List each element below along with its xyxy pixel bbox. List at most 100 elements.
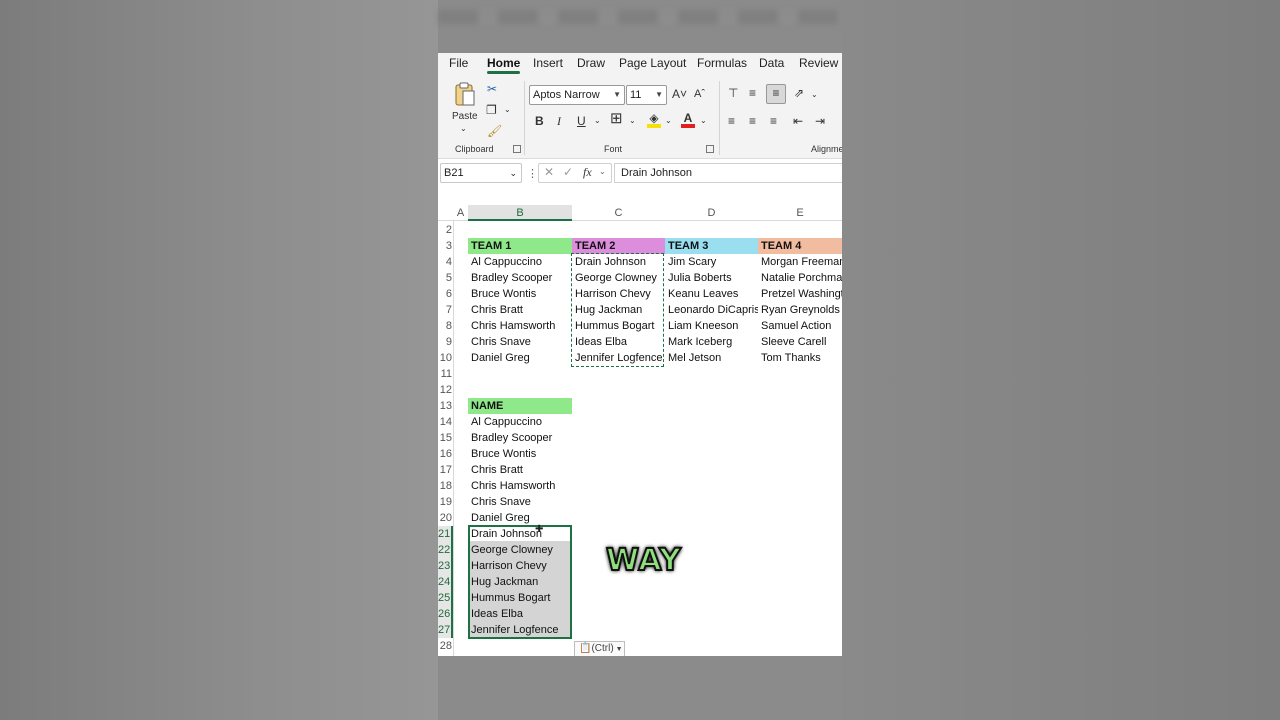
- team-member-cell[interactable]: Chris Hamsworth: [468, 318, 572, 334]
- align-middle-icon[interactable]: ≡: [749, 85, 756, 101]
- team-member-cell[interactable]: Jennifer Logfence: [572, 350, 665, 366]
- team-member-cell[interactable]: Pretzel Washington: [758, 286, 842, 302]
- team-member-cell[interactable]: Ryan Greynolds: [758, 302, 842, 318]
- team-member-cell[interactable]: Jim Scary: [665, 254, 758, 270]
- tab-draw[interactable]: Draw: [577, 56, 605, 70]
- team-member-cell[interactable]: Chris Bratt: [468, 302, 572, 318]
- name-header[interactable]: NAME: [468, 398, 572, 414]
- row-header-11[interactable]: 11: [438, 366, 453, 382]
- team-header-1[interactable]: TEAM 1: [468, 238, 572, 254]
- tab-file[interactable]: File: [449, 56, 468, 70]
- team-member-cell[interactable]: Samuel Action: [758, 318, 842, 334]
- name-list-cell[interactable]: Bruce Wontis: [468, 446, 572, 462]
- name-list-cell[interactable]: Daniel Greg: [468, 510, 572, 526]
- row-header-21[interactable]: 21: [438, 526, 453, 542]
- font-launcher-icon[interactable]: [706, 145, 714, 153]
- column-header-d[interactable]: D: [665, 205, 758, 221]
- team-member-cell[interactable]: Sleeve Carell: [758, 334, 842, 350]
- tab-formulas[interactable]: Formulas: [697, 56, 747, 70]
- paste-dropdown-icon[interactable]: ⌄: [460, 121, 467, 137]
- row-header-15[interactable]: 15: [438, 430, 453, 446]
- name-list-cell[interactable]: Chris Snave: [468, 494, 572, 510]
- row-header-4[interactable]: 4: [438, 254, 453, 270]
- copy-icon[interactable]: ❐: [486, 102, 497, 118]
- font-color-icon[interactable]: A: [681, 110, 695, 128]
- align-left-icon[interactable]: ≡: [728, 113, 735, 129]
- italic-button[interactable]: I: [557, 113, 561, 129]
- format-painter-icon[interactable]: 🖌: [487, 123, 502, 139]
- team-member-cell[interactable]: Hummus Bogart: [572, 318, 665, 334]
- row-header-23[interactable]: 23: [438, 558, 453, 574]
- insert-function-icon[interactable]: fx: [583, 165, 592, 180]
- name-list-cell[interactable]: Jennifer Logfence: [468, 622, 572, 638]
- row-header-20[interactable]: 20: [438, 510, 453, 526]
- orientation-icon[interactable]: ⇗: [794, 85, 804, 101]
- team-member-cell[interactable]: Hug Jackman: [572, 302, 665, 318]
- team-member-cell[interactable]: Leonardo DiCaprisun: [665, 302, 758, 318]
- team-member-cell[interactable]: Keanu Leaves: [665, 286, 758, 302]
- team-member-cell[interactable]: Drain Johnson: [572, 254, 665, 270]
- borders-dropdown-icon[interactable]: ⌄: [629, 113, 636, 129]
- name-list-cell[interactable]: Chris Hamsworth: [468, 478, 572, 494]
- name-list-cell[interactable]: Drain Johnson: [468, 526, 572, 542]
- team-member-cell[interactable]: Bradley Scooper: [468, 270, 572, 286]
- copy-dropdown-icon[interactable]: ⌄: [504, 102, 511, 118]
- clipboard-launcher-icon[interactable]: [513, 145, 521, 153]
- row-header-19[interactable]: 19: [438, 494, 453, 510]
- cancel-icon[interactable]: ✕: [544, 165, 554, 179]
- team-member-cell[interactable]: Morgan Freeman: [758, 254, 842, 270]
- increase-font-icon[interactable]: A˅: [672, 86, 687, 102]
- row-header-3[interactable]: 3: [438, 238, 453, 254]
- font-size-box[interactable]: 11 ▼: [626, 85, 667, 105]
- worksheet-grid[interactable]: A B C D E 2 3 4 5 6 7 8 9 10 11 12 13 14 15 16 17 18 19 20…: [438, 205, 842, 656]
- tab-home[interactable]: Home: [487, 56, 521, 74]
- bold-button[interactable]: B: [535, 113, 544, 129]
- column-header-c[interactable]: C: [572, 205, 665, 221]
- row-header-10[interactable]: 10: [438, 350, 453, 366]
- row-header-9[interactable]: 9: [438, 334, 453, 350]
- row-header-22[interactable]: 22: [438, 542, 453, 558]
- team-header-4[interactable]: TEAM 4: [758, 238, 842, 254]
- team-member-cell[interactable]: Daniel Greg: [468, 350, 572, 366]
- row-header-12[interactable]: 12: [438, 382, 453, 398]
- tab-page-layout[interactable]: Page Layout: [619, 56, 686, 70]
- select-all-corner[interactable]: [438, 205, 453, 221]
- name-list-cell[interactable]: Hummus Bogart: [468, 590, 572, 606]
- column-header-e[interactable]: E: [758, 205, 842, 221]
- increase-indent-icon[interactable]: ⇥: [815, 113, 825, 129]
- team-member-cell[interactable]: Liam Kneeson: [665, 318, 758, 334]
- row-header-7[interactable]: 7: [438, 302, 453, 318]
- formula-input[interactable]: Drain Johnson: [614, 163, 842, 183]
- team-member-cell[interactable]: George Clowney: [572, 270, 665, 286]
- chevron-down-icon[interactable]: ⌄: [599, 167, 606, 176]
- tab-review[interactable]: Review: [799, 56, 838, 70]
- font-name-box[interactable]: Aptos Narrow ▼: [529, 85, 625, 105]
- row-header-16[interactable]: 16: [438, 446, 453, 462]
- row-header-27[interactable]: 27: [438, 622, 453, 638]
- team-member-cell[interactable]: Harrison Chevy: [572, 286, 665, 302]
- team-member-cell[interactable]: Tom Thanks: [758, 350, 842, 366]
- team-member-cell[interactable]: Chris Snave: [468, 334, 572, 350]
- align-bottom-icon[interactable]: ≡: [766, 84, 786, 104]
- row-header-5[interactable]: 5: [438, 270, 453, 286]
- tab-insert[interactable]: Insert: [533, 56, 563, 70]
- paste-icon[interactable]: [454, 81, 476, 107]
- more-options-icon[interactable]: ⋮: [527, 167, 538, 180]
- name-box[interactable]: B21 ⌄: [440, 163, 522, 183]
- underline-dropdown-icon[interactable]: ⌄: [594, 113, 601, 129]
- cut-icon[interactable]: ✂: [487, 81, 497, 97]
- paste-options-button[interactable]: 📋(Ctrl) ▼: [574, 641, 625, 656]
- name-list-cell[interactable]: Hug Jackman: [468, 574, 572, 590]
- orientation-dropdown-icon[interactable]: ⌄: [811, 87, 818, 103]
- team-member-cell[interactable]: Al Cappuccino: [468, 254, 572, 270]
- fill-dropdown-icon[interactable]: ⌄: [665, 113, 672, 129]
- team-member-cell[interactable]: Mel Jetson: [665, 350, 758, 366]
- name-list-cell[interactable]: George Clowney: [468, 542, 572, 558]
- row-header-8[interactable]: 8: [438, 318, 453, 334]
- align-top-icon[interactable]: ⊤: [728, 85, 738, 101]
- column-header-b[interactable]: B: [468, 205, 572, 221]
- enter-icon[interactable]: ✓: [563, 165, 573, 179]
- row-header-17[interactable]: 17: [438, 462, 453, 478]
- row-header-6[interactable]: 6: [438, 286, 453, 302]
- column-header-a[interactable]: A: [453, 205, 468, 221]
